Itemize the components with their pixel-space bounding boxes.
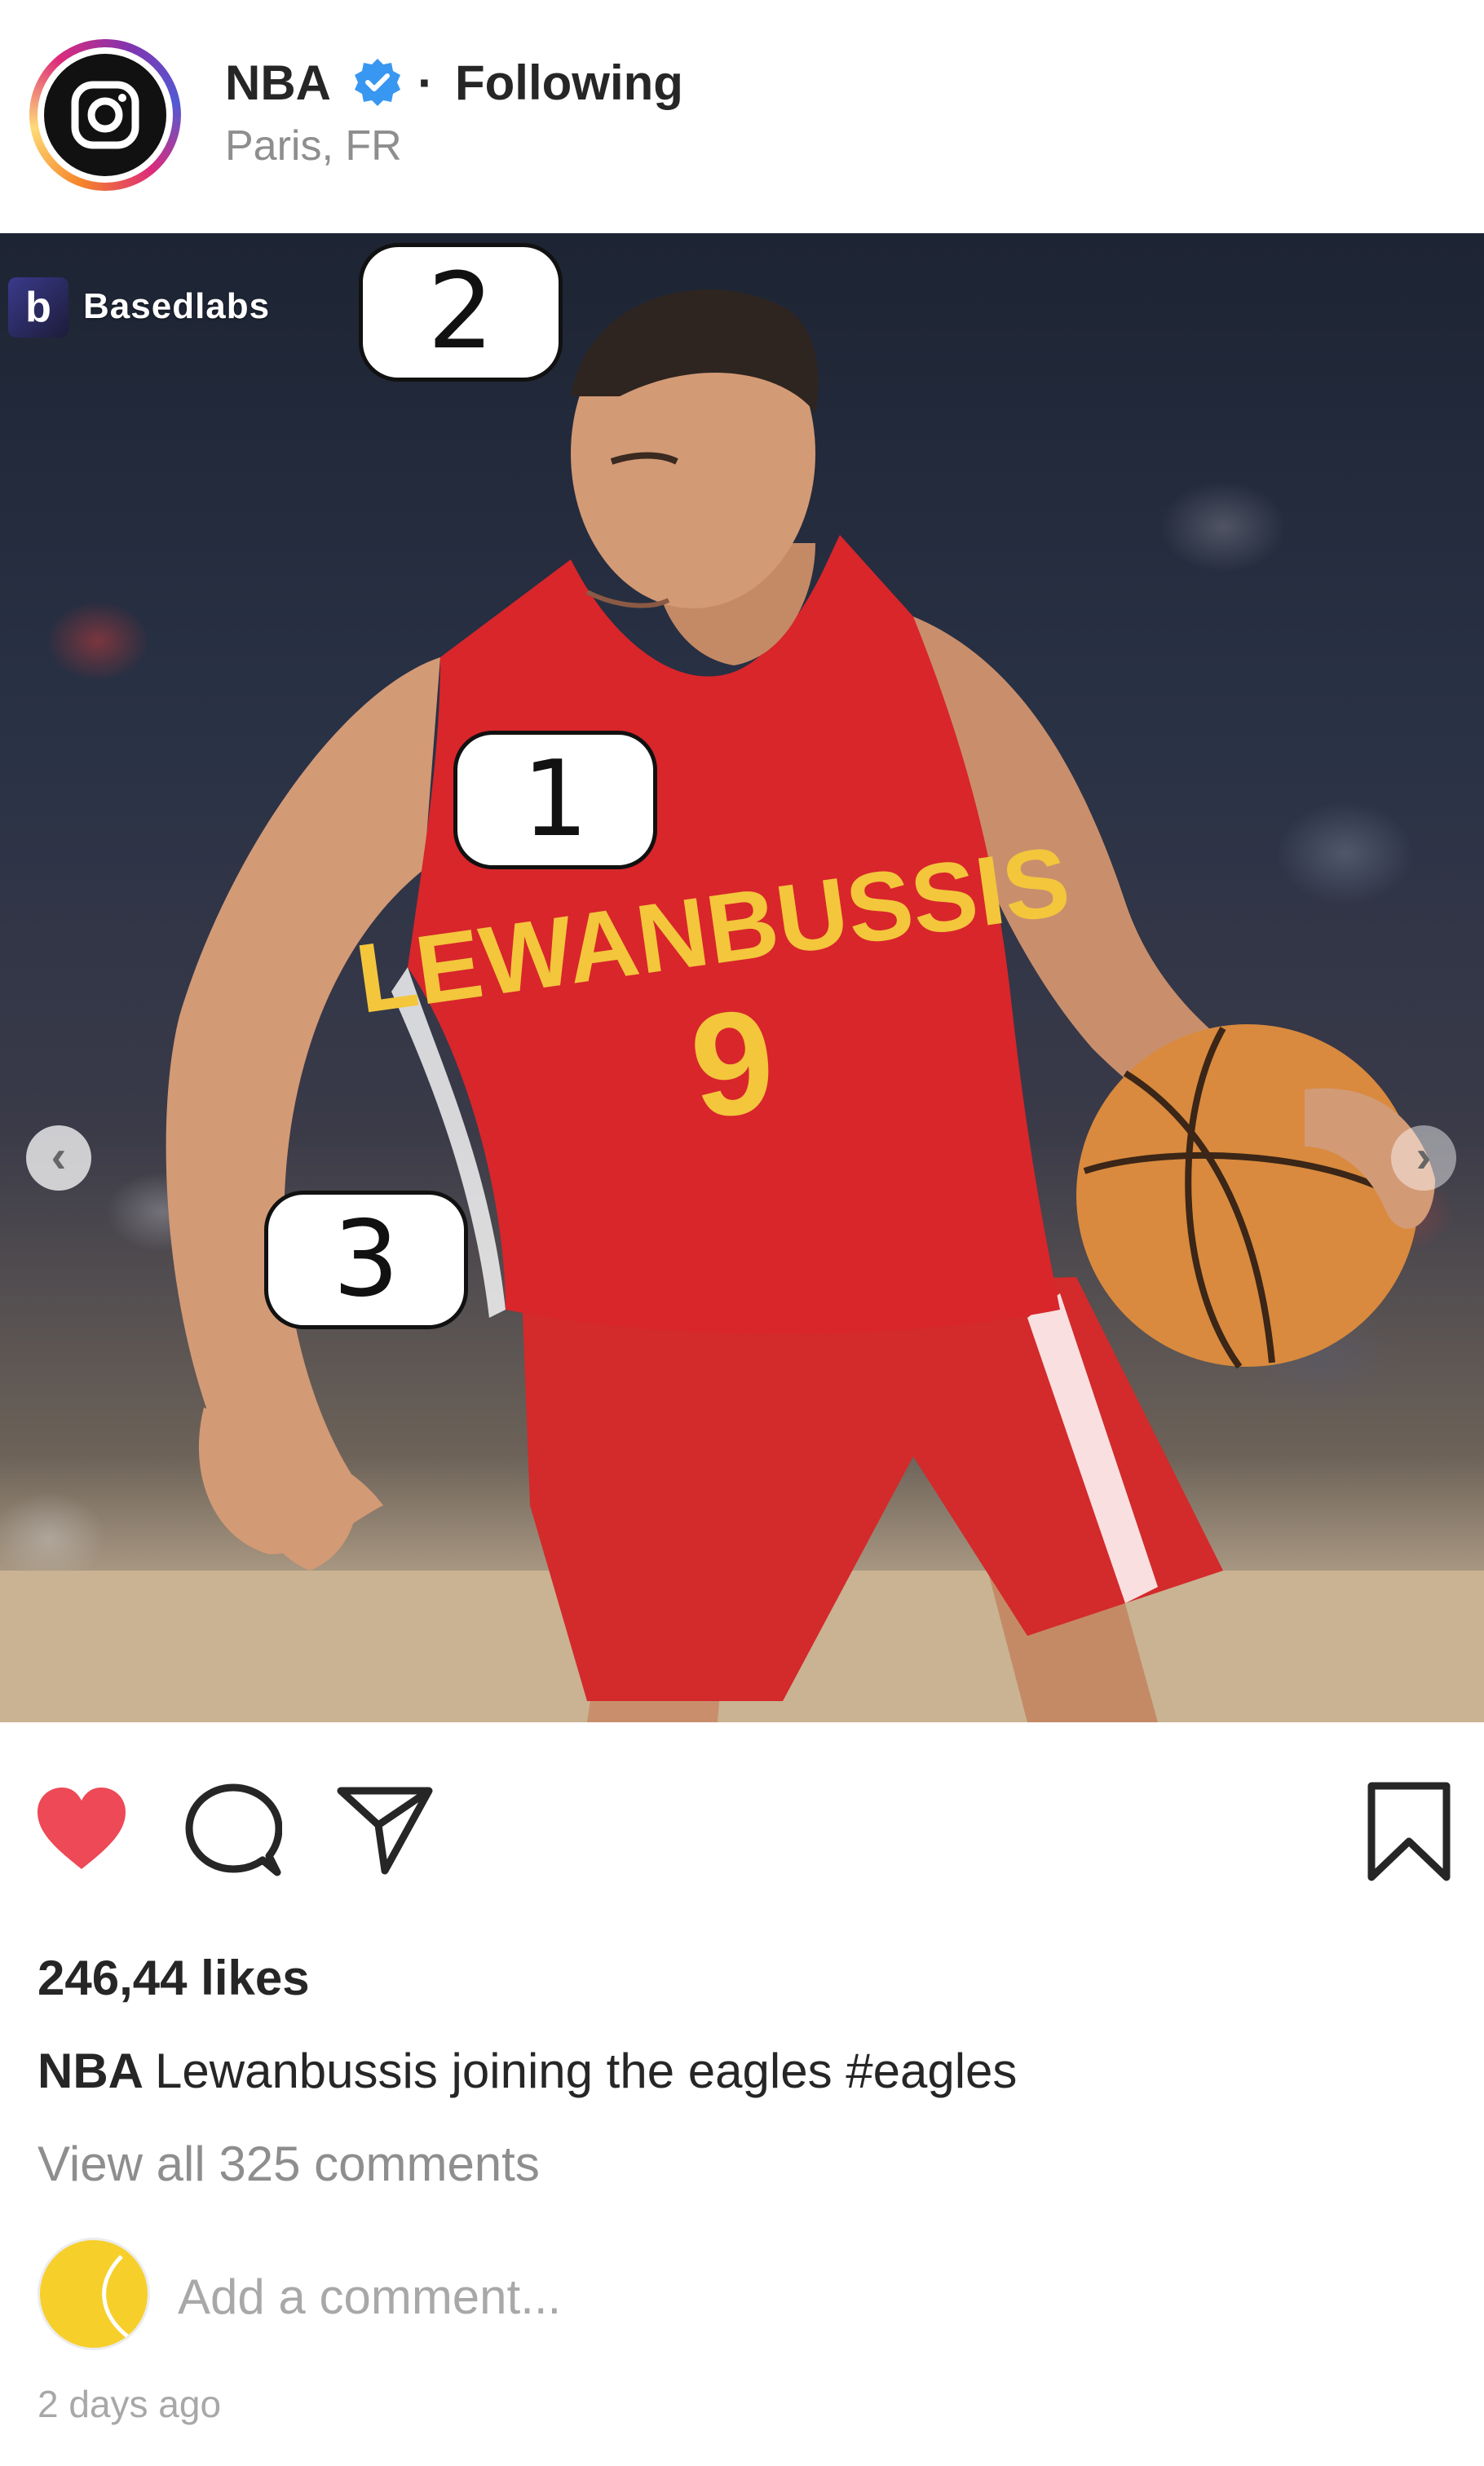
chevron-left-icon: ‹	[51, 1130, 67, 1182]
speech-bubble-1: 1	[453, 731, 657, 869]
instagram-icon	[44, 54, 166, 176]
paper-plane-icon[interactable]	[336, 1784, 434, 1876]
comment-icon[interactable]	[184, 1781, 282, 1879]
view-all-comments-link[interactable]: View all 325 comments	[38, 2135, 540, 2194]
speech-bubble-3: 3	[264, 1191, 468, 1329]
carousel-prev-button[interactable]: ‹	[26, 1125, 91, 1191]
likes-count[interactable]: 246,44 likes	[38, 1949, 310, 2008]
bubble-label: 2	[427, 251, 494, 373]
chevron-right-icon: ›	[1416, 1130, 1432, 1182]
following-button[interactable]: Following	[455, 54, 683, 113]
separator-dot: ·	[417, 55, 434, 110]
jersey-number: 9	[683, 979, 782, 1150]
caption-text: Lewanbussis joining the eagles #eagles	[155, 2044, 1018, 2098]
profile-avatar[interactable]	[29, 39, 181, 191]
post-caption: NBA Lewanbussis joining the eagles #eagle…	[38, 2042, 1017, 2101]
tennis-ball-avatar-icon	[38, 2238, 150, 2350]
bubble-label: 3	[333, 1199, 400, 1320]
post-header: NBA · Following Paris, FR	[0, 0, 1484, 233]
avatar-border	[38, 47, 173, 183]
action-bar	[0, 1722, 1484, 1910]
add-comment-input[interactable]	[178, 2267, 1319, 2326]
basedlabs-logo-icon: b	[8, 277, 68, 338]
bubble-label: 1	[522, 739, 589, 860]
player-illustration: LEWANBUSSIS 9	[0, 289, 1484, 1722]
username[interactable]: NBA	[225, 54, 331, 113]
bookmark-icon[interactable]	[1367, 1781, 1451, 1882]
carousel-next-button[interactable]: ›	[1391, 1125, 1456, 1191]
verified-badge-icon	[355, 59, 400, 106]
post-image[interactable]: LEWANBUSSIS 9 b Basedlabs 2 1 3 ‹ ›	[0, 233, 1484, 1722]
location-link[interactable]: Paris, FR	[225, 121, 402, 171]
watermark-text: Basedlabs	[83, 286, 271, 326]
caption-username[interactable]: NBA	[38, 2044, 144, 2098]
heart-icon[interactable]	[33, 1784, 130, 1874]
post-timestamp: 2 days ago	[38, 2383, 222, 2425]
speech-bubble-2: 2	[359, 243, 563, 382]
